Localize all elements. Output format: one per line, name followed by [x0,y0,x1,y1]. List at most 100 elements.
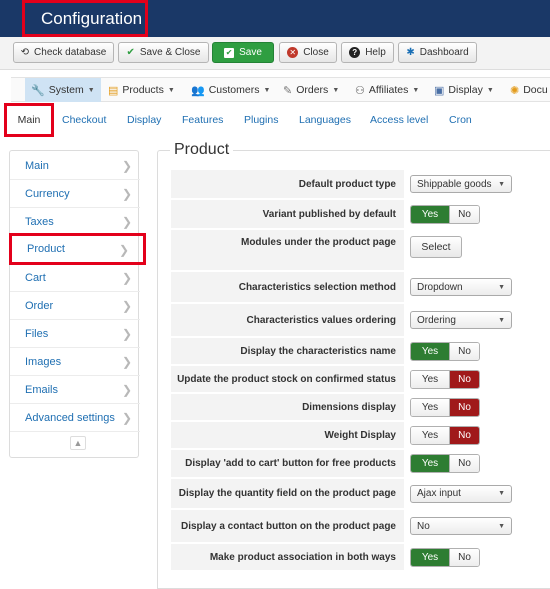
yes-option[interactable]: Yes [411,398,449,416]
no-option[interactable]: No [449,455,479,472]
sidebar-item-advanced-settings[interactable]: Advanced settings ❯ [10,404,140,432]
no-option[interactable]: No [449,548,479,566]
check-database-button[interactable]: ⟲ Check database [13,42,114,63]
chevron-right-icon: ❯ [121,215,132,229]
quantity-field-select[interactable]: Ajax input ▼ [410,484,512,503]
setting-label: Update the product stock on confirmed st… [171,366,404,392]
yes-option[interactable]: Yes [411,370,449,388]
menu-products[interactable]: ▤ Products ▼ [108,78,175,102]
tab-main[interactable]: Main [4,103,54,137]
association-both-ways-toggle: Yes No [410,547,480,567]
menu-customers-label: Customers [208,84,260,96]
sidebar-item-product[interactable]: Product ❯ [9,233,146,265]
setting-label: Characteristics selection method [171,272,404,302]
main-menubar: 🔧 System ▼ ▤ Products ▼ 👥 Customers ▼ ✎ … [11,77,550,102]
yes-option[interactable]: Yes [411,426,449,444]
setting-row-modules-under-product: Modules under the product page Select [171,230,540,271]
sidebar-item-cart[interactable]: Cart ❯ [10,264,140,292]
chevron-right-icon: ❯ [121,383,132,397]
setting-row-association-both-ways: Make product association in both ways Ye… [171,544,540,571]
caret-down-icon: ▼ [498,522,505,530]
no-option[interactable]: No [449,426,479,444]
check-database-label: Check database [34,47,107,58]
menu-orders-label: Orders [296,84,329,96]
yes-option[interactable]: Yes [411,548,449,566]
toolbar: ⟲ Check database ✔ Save & Close ✔ Save ✕… [0,37,550,70]
close-button[interactable]: ✕ Close [279,42,337,63]
setting-label: Display a contact button on the product … [171,510,404,542]
char-selection-method-select[interactable]: Dropdown ▼ [410,278,512,296]
setting-row-update-stock: Update the product stock on confirmed st… [171,366,540,393]
select-value: No [417,520,430,532]
tab-checkout[interactable]: Checkout [62,103,106,137]
menu-customers[interactable]: 👥 Customers ▼ [191,78,270,102]
setting-row-display-char-name: Display the characteristics name Yes No [171,338,540,365]
sidebar-item-taxes[interactable]: Taxes ❯ [10,208,140,236]
menu-display[interactable]: ▣ Display ▼ [434,78,494,102]
default-product-type-select[interactable]: Shippable goods ▼ [410,175,512,193]
save-close-label: Save & Close [139,47,201,58]
sidebar-item-images[interactable]: Images ❯ [10,348,140,376]
char-values-ordering-select[interactable]: Ordering ▼ [410,311,512,329]
help-label: Help [365,47,386,58]
setting-label: Make product association in both ways [171,544,404,570]
select-value: Shippable goods [417,178,492,190]
select-modules-button[interactable]: Select [410,236,462,258]
menu-documentation[interactable]: ✺ Docu [510,78,548,102]
sidebar-item-label: Images [25,355,62,368]
affiliates-icon: ⚇ [355,84,365,97]
admin-header: Configuration [0,0,550,37]
menu-affiliates-label: Affiliates [368,84,409,96]
sidebar-item-currency[interactable]: Currency ❯ [10,180,140,208]
select-value: Ordering [417,314,456,326]
setting-label: Dimensions display [171,394,404,420]
sidebar-item-files[interactable]: Files ❯ [10,320,140,348]
sidebar-item-emails[interactable]: Emails ❯ [10,376,140,404]
dashboard-icon: ✱ [406,46,415,58]
sidebar-item-label: Currency [25,187,70,200]
menu-system[interactable]: 🔧 System ▼ [25,78,101,102]
setting-label: Display the characteristics name [171,338,404,364]
dashboard-button[interactable]: ✱ Dashboard [398,42,477,63]
sidebar-item-main[interactable]: Main ❯ [10,152,140,180]
weight-display-toggle: Yes No [410,425,480,445]
contact-button-select[interactable]: No ▼ [410,517,512,535]
setting-label: Display 'add to cart' button for free pr… [171,450,404,477]
help-button[interactable]: ? Help [341,42,394,63]
tab-cron[interactable]: Cron [449,103,472,137]
tab-languages[interactable]: Languages [299,103,351,137]
caret-down-icon: ▼ [486,86,494,94]
no-option[interactable]: No [449,370,479,388]
collapse-up-icon[interactable]: ▲ [70,436,86,450]
yes-option[interactable]: Yes [411,342,449,360]
setting-row-contact-button: Display a contact button on the product … [171,510,540,543]
tab-access-level[interactable]: Access level [370,103,428,137]
chevron-right-icon: ❯ [118,243,129,257]
sidebar-item-order[interactable]: Order ❯ [10,292,140,320]
save-button[interactable]: ✔ Save [212,42,274,63]
tab-features[interactable]: Features [182,103,223,137]
chevron-right-icon: ❯ [121,159,132,173]
chevron-right-icon: ❯ [121,355,132,369]
check-icon: ✔ [126,46,135,58]
no-option[interactable]: No [449,342,479,360]
yes-option[interactable]: Yes [411,455,449,472]
caret-down-icon: ▼ [332,86,340,94]
caret-down-icon: ▼ [498,490,505,497]
tab-display[interactable]: Display [127,103,161,137]
no-option[interactable]: No [449,398,479,416]
no-option[interactable]: No [449,205,479,223]
yes-option[interactable]: Yes [411,205,449,223]
menu-affiliates[interactable]: ⚇ Affiliates ▼ [355,78,419,102]
config-tabs: Main Checkout Display Features Plugins L… [0,103,550,139]
select-value: Ajax input [417,488,461,499]
menu-orders[interactable]: ✎ Orders ▼ [283,78,339,102]
save-close-button[interactable]: ✔ Save & Close [118,42,209,63]
config-sidebar: Main ❯ Currency ❯ Taxes ❯ Product ❯ Cart… [9,150,146,458]
setting-label: Variant published by default [171,200,404,228]
caret-down-icon: ▼ [263,86,271,94]
setting-label: Weight Display [171,422,404,448]
caret-down-icon: ▼ [498,180,505,188]
setting-row-dimensions-display: Dimensions display Yes No [171,394,540,421]
tab-plugins[interactable]: Plugins [244,103,278,137]
